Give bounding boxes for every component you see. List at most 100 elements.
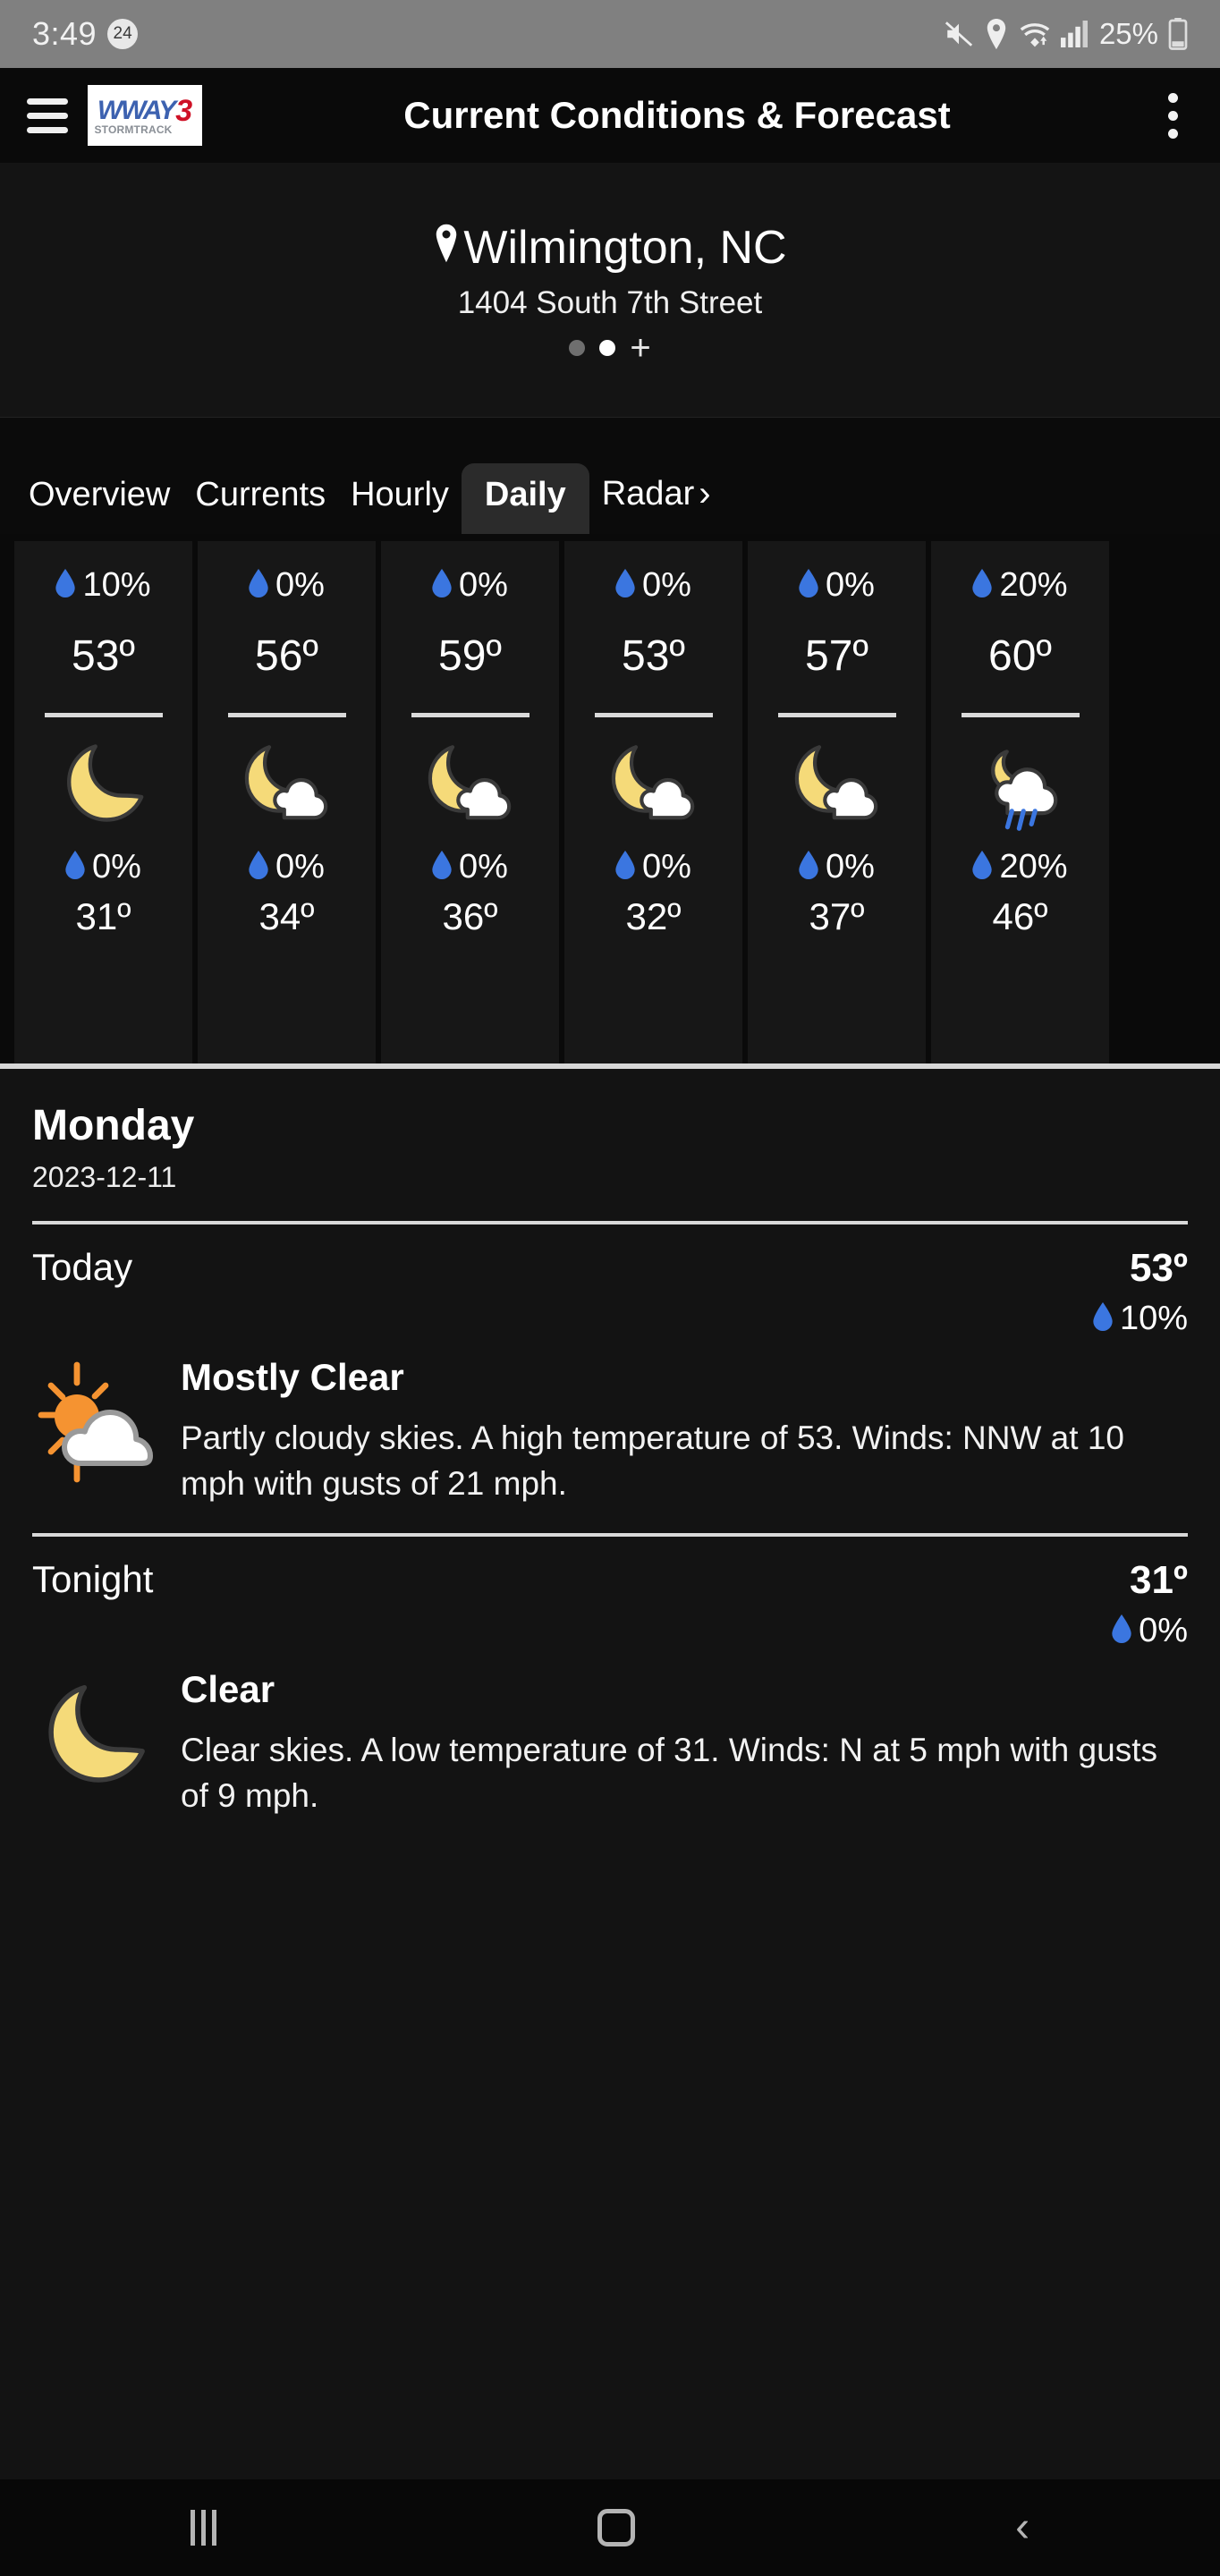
water-drop-icon: [799, 569, 818, 602]
day-precip-value: 0%: [642, 566, 691, 604]
night-precip-value: 20%: [999, 848, 1068, 886]
location-city-row[interactable]: Wilmington, NC: [433, 221, 787, 275]
night-precip-value: 0%: [92, 848, 141, 886]
period-text: Clear Clear skies. A low temperature of …: [181, 1668, 1188, 1818]
status-bar: 3:49 24 25%: [0, 0, 1220, 68]
day-precip: 0%: [615, 566, 691, 605]
daily-forecast-columns: 10% 53º 0% 31º 0% 56º 0% 34º 0% 59º 0% 3…: [0, 541, 1220, 1063]
low-temp: 46º: [992, 895, 1048, 937]
detail-date: 2023-12-11: [32, 1161, 177, 1193]
water-drop-icon: [1112, 1614, 1131, 1648]
logo-primary-text: WWAY: [97, 95, 176, 125]
forecast-column[interactable]: 0% 57º 0% 37º: [748, 541, 926, 1063]
low-temp: 32º: [625, 895, 682, 937]
forecast-column[interactable]: 10% 53º 0% 31º: [14, 541, 192, 1063]
period-precip-value: 0%: [1139, 1612, 1188, 1650]
period-tonight: Tonight 31º 0% Clear Clear skies. A low: [32, 1537, 1188, 1818]
night-precip: 0%: [432, 848, 508, 886]
page-title: Current Conditions & Forecast: [403, 94, 951, 137]
logo-wordmark: WWAY 3: [97, 96, 192, 126]
forecast-column[interactable]: 0% 56º 0% 34º: [198, 541, 376, 1063]
forecast-column[interactable]: 20% 60º 20% 46º: [931, 541, 1109, 1063]
day-precip-value: 20%: [999, 566, 1068, 604]
period-header: Tonight 31º 0%: [32, 1558, 1188, 1650]
add-location-button[interactable]: +: [630, 330, 650, 366]
sun-cloud-icon: [32, 1356, 157, 1506]
column-divider: [777, 713, 896, 717]
period-today: Today 53º 10% Mostly Clear Partly cloudy…: [32, 1224, 1188, 1506]
day-precip: 20%: [972, 566, 1068, 605]
tab-daily-label: Daily: [484, 476, 566, 513]
night-precip: 0%: [799, 848, 875, 886]
low-temp: 36º: [442, 895, 498, 937]
moon-cloud-icon: [235, 733, 339, 834]
day-precip-value: 0%: [459, 566, 508, 604]
clock: 3:49: [32, 15, 97, 52]
home-icon[interactable]: [597, 2509, 635, 2546]
night-precip-value: 0%: [642, 848, 691, 886]
low-temp: 31º: [75, 895, 131, 937]
day-precip-value: 10%: [82, 566, 151, 604]
tab-overview[interactable]: Overview: [16, 463, 182, 534]
forecast-column[interactable]: 0% 59º 0% 36º: [381, 541, 559, 1063]
pager-dot-1[interactable]: [569, 340, 586, 356]
wway-stormtrack-logo: WWAY 3 STORMTRACK: [88, 85, 202, 146]
pager-dot-2[interactable]: [599, 340, 616, 356]
night-precip: 0%: [249, 848, 325, 886]
water-drop-icon: [1093, 1302, 1113, 1335]
period-precip-value: 10%: [1119, 1300, 1188, 1337]
night-precip-value: 0%: [459, 848, 508, 886]
night-precip: 0%: [615, 848, 691, 886]
period-metrics: 31º 0%: [1112, 1558, 1188, 1650]
tab-radar-label: Radar: [601, 475, 695, 513]
android-nav-bar: ‹: [0, 2479, 1220, 2576]
moon-icon: [32, 1668, 157, 1818]
column-divider: [594, 713, 713, 717]
wifi-icon: [1019, 19, 1051, 49]
water-drop-icon: [65, 851, 85, 884]
forecast-column[interactable]: 0% 53º 0% 32º: [564, 541, 742, 1063]
water-drop-icon: [249, 569, 268, 602]
chevron-right-icon: ›: [699, 474, 711, 513]
high-temp: 56º: [255, 632, 318, 680]
location-header: Wilmington, NC 1404 South 7th Street +: [0, 163, 1220, 418]
tab-currents[interactable]: Currents: [182, 463, 338, 534]
tab-hourly[interactable]: Hourly: [338, 463, 462, 534]
period-header: Today 53º 10%: [32, 1246, 1188, 1338]
tab-radar[interactable]: Radar ›: [589, 462, 724, 534]
period-text: Mostly Clear Partly cloudy skies. A high…: [181, 1356, 1188, 1506]
low-temp: 37º: [809, 895, 865, 937]
night-precip-value: 0%: [275, 848, 325, 886]
night-precip: 0%: [65, 848, 141, 886]
water-drop-icon: [55, 569, 76, 602]
signal-icon: [1060, 20, 1088, 48]
period-body: Mostly Clear Partly cloudy skies. A high…: [32, 1356, 1188, 1506]
tab-overview-label: Overview: [29, 476, 171, 513]
moon-cloud-icon: [785, 733, 889, 834]
logo-secondary-text: STORMTRACK: [94, 123, 173, 136]
tab-hourly-label: Hourly: [351, 476, 449, 513]
column-divider: [227, 713, 346, 717]
kebab-menu-icon[interactable]: [1152, 92, 1193, 139]
daily-forecast-strip[interactable]: 10% 53º 0% 31º 0% 56º 0% 34º 0% 59º 0% 3…: [0, 534, 1220, 1063]
period-label: Tonight: [32, 1558, 154, 1601]
back-icon[interactable]: ‹: [1015, 2506, 1029, 2549]
period-temp: 31º: [1129, 1558, 1188, 1603]
water-drop-icon: [972, 851, 993, 884]
day-precip-value: 0%: [275, 566, 325, 604]
water-drop-icon: [249, 851, 268, 884]
high-temp: 60º: [988, 632, 1052, 680]
period-label: Today: [32, 1246, 133, 1288]
column-divider: [411, 713, 530, 717]
column-divider: [961, 713, 1080, 717]
moon-cloud-icon: [419, 733, 522, 834]
tab-currents-label: Currents: [195, 476, 326, 513]
recents-icon[interactable]: [190, 2510, 216, 2546]
tab-daily[interactable]: Daily: [461, 463, 589, 534]
low-temp: 34º: [258, 895, 315, 937]
condition-description: Clear skies. A low temperature of 31. Wi…: [181, 1732, 1157, 1815]
water-drop-icon: [972, 569, 993, 602]
hamburger-icon[interactable]: [27, 97, 68, 133]
status-bar-right: 25%: [944, 17, 1188, 51]
logo-channel-number: 3: [175, 93, 193, 128]
